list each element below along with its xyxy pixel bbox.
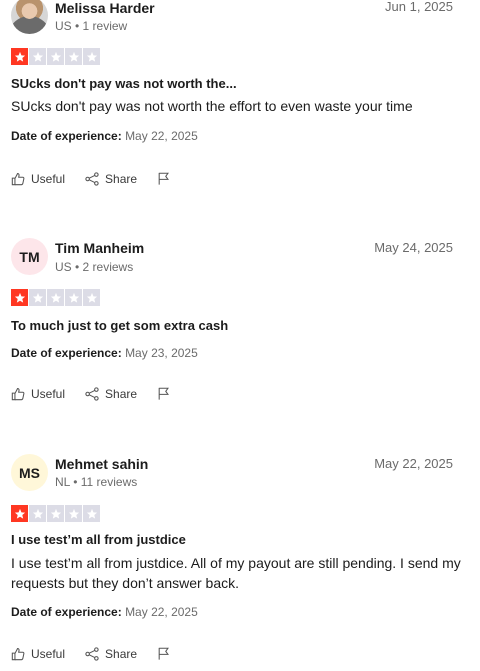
star-filled-icon [11,289,28,306]
share-button[interactable]: Share [85,647,137,661]
date-of-experience-value: May 22, 2025 [125,129,198,143]
report-button[interactable] [157,171,171,186]
share-label: Share [105,646,138,661]
review-title[interactable]: I use test’m all from justdice [11,532,186,547]
report-button[interactable] [157,386,171,401]
share-icon [85,171,99,186]
useful-label: Useful [31,386,66,401]
report-button[interactable] [157,646,171,661]
star-empty-icon [83,289,100,306]
review-actions: Useful Share [11,171,171,186]
reviewer-meta: US • 2 reviews [55,260,134,274]
reviewer-name[interactable]: Mehmet sahin [55,456,148,472]
star-empty-icon [47,505,64,522]
useful-button[interactable]: Useful [11,172,65,186]
star-empty-icon [47,289,64,306]
flag-icon [157,171,171,186]
date-of-experience-label: Date of experience: [11,129,122,143]
avatar[interactable]: MS [11,454,48,491]
star-empty-icon [83,505,100,522]
useful-button[interactable]: Useful [11,387,65,401]
avatar[interactable]: TM [11,238,48,275]
star-rating [11,289,100,306]
reviewer-meta: US • 1 review [55,19,128,33]
avatar[interactable] [11,0,48,34]
date-of-experience-label: Date of experience: [11,605,122,619]
flag-icon [157,646,171,661]
star-empty-icon [83,48,100,65]
thumbs-up-icon [11,647,25,661]
flag-icon [157,386,171,401]
date-of-experience: Date of experience: May 22, 2025 [11,129,198,143]
date-of-experience: Date of experience: May 23, 2025 [11,346,198,360]
date-of-experience-value: May 22, 2025 [125,605,198,619]
reviewer-name[interactable]: Melissa Harder [55,0,155,16]
review-title[interactable]: SUcks don't pay was not worth the... [11,76,237,91]
share-label: Share [105,386,138,401]
share-label: Share [105,171,138,186]
star-empty-icon [29,505,46,522]
star-empty-icon [65,505,82,522]
reviewer-name[interactable]: Tim Manheim [55,240,144,256]
date-of-experience: Date of experience: May 22, 2025 [11,605,198,619]
share-icon [85,646,99,661]
review-actions: Useful Share [11,386,171,401]
useful-label: Useful [31,646,66,661]
share-button[interactable]: Share [85,387,137,401]
star-empty-icon [47,48,64,65]
review-date: May 24, 2025 [374,240,453,255]
star-empty-icon [65,289,82,306]
star-rating [11,505,100,522]
useful-button[interactable]: Useful [11,647,65,661]
useful-label: Useful [31,171,66,186]
review-body: I use test’m all from justdice. All of m… [11,555,461,591]
date-of-experience-label: Date of experience: [11,346,122,360]
star-rating [11,48,100,65]
reviewer-meta: NL • 11 reviews [55,475,138,489]
star-empty-icon [29,48,46,65]
review-body: SUcks don't pay was not worth the effort… [11,98,413,114]
star-filled-icon [11,505,28,522]
star-empty-icon [29,289,46,306]
star-filled-icon [11,48,28,65]
review-date: May 22, 2025 [374,456,453,471]
share-icon [85,386,99,401]
thumbs-up-icon [11,172,25,186]
review-actions: Useful Share [11,646,171,661]
star-empty-icon [65,48,82,65]
review-title[interactable]: To much just to get som extra cash [11,318,228,333]
date-of-experience-value: May 23, 2025 [125,346,198,360]
share-button[interactable]: Share [85,172,137,186]
review-date: Jun 1, 2025 [385,0,453,14]
thumbs-up-icon [11,387,25,401]
